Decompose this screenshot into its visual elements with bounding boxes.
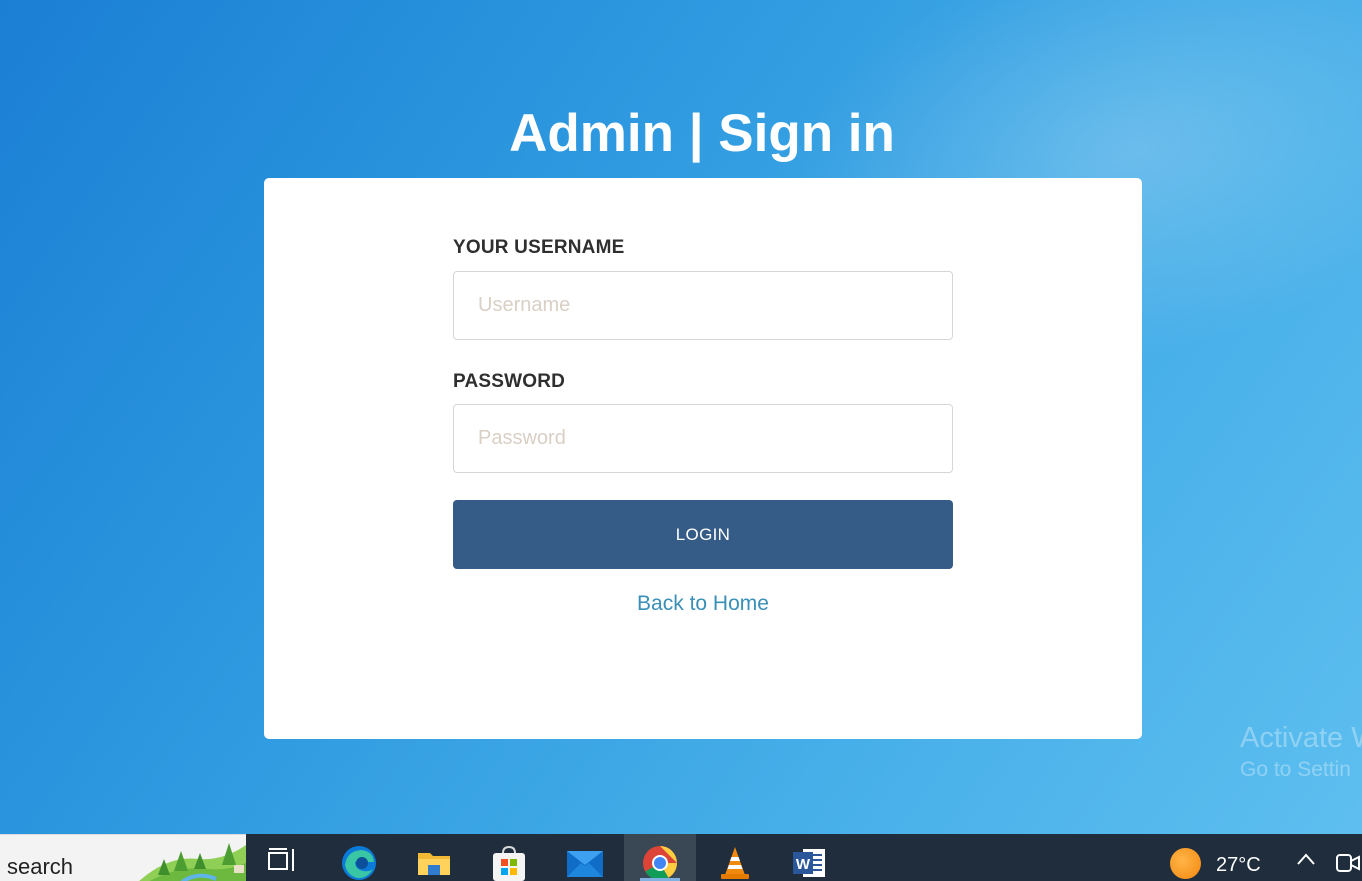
word-icon: W [793, 849, 825, 877]
password-input[interactable] [453, 404, 953, 473]
weather-sun-icon[interactable] [1170, 848, 1201, 879]
activate-windows-watermark: Activate W Go to Settin [1240, 720, 1362, 784]
search-text: search [7, 854, 74, 879]
taskbar-search-box[interactable]: search [0, 834, 246, 881]
weather-temperature[interactable]: 27°C [1216, 854, 1261, 877]
microsoft-store-icon [493, 845, 525, 881]
taskbar-chrome[interactable] [624, 834, 696, 881]
taskbar-vlc[interactable] [699, 834, 771, 881]
username-input[interactable] [453, 271, 953, 340]
taskbar-task-view[interactable] [247, 834, 319, 881]
username-label: YOUR USERNAME [453, 237, 625, 258]
taskbar-file-explorer[interactable] [398, 834, 470, 881]
page-title: Admin | Sign in [509, 104, 895, 163]
taskbar-edge[interactable] [323, 834, 395, 881]
watermark-line-1: Activate W [1240, 722, 1362, 754]
vlc-icon [721, 847, 749, 879]
login-button[interactable]: LOGIN [453, 500, 953, 569]
task-view-icon [268, 848, 294, 871]
back-to-home-link[interactable]: Back to Home [453, 592, 953, 616]
watermark-line-2: Go to Settin [1240, 758, 1351, 781]
chrome-icon [643, 846, 677, 880]
meet-now-icon[interactable] [1335, 852, 1362, 874]
taskbar: search W 27°C [0, 834, 1362, 881]
taskbar-word[interactable]: W [773, 834, 845, 881]
desktop-background: Admin | Sign in YOUR USERNAME PASSWORD L… [0, 0, 1362, 881]
taskbar-microsoft-store[interactable] [473, 834, 545, 881]
edge-icon [342, 846, 376, 880]
taskbar-mail[interactable] [548, 834, 620, 881]
mail-icon [567, 851, 603, 877]
tray-chevron-up-icon[interactable] [1296, 852, 1316, 866]
svg-text:W: W [796, 856, 811, 873]
file-explorer-icon [418, 853, 450, 875]
login-card: YOUR USERNAME PASSWORD LOGIN Back to Hom… [264, 178, 1142, 739]
password-label: PASSWORD [453, 371, 566, 392]
search-highlight-illustration-icon [139, 843, 246, 881]
